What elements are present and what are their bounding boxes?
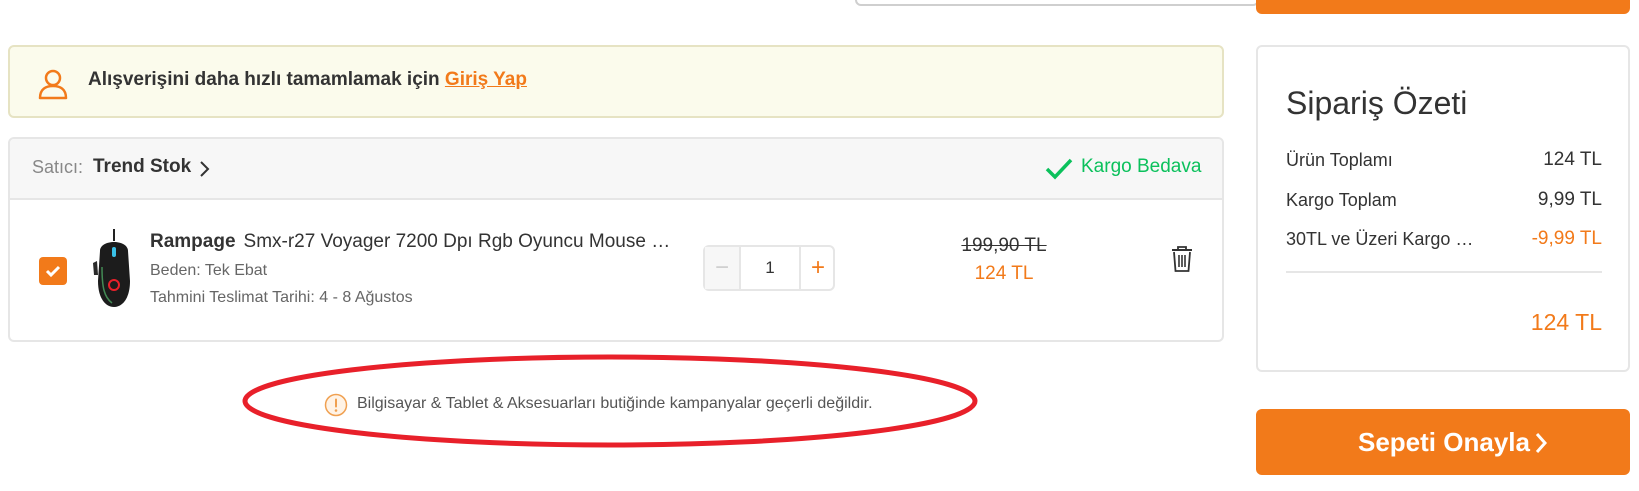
login-banner-message: Alışverişini daha hızlı tamamlamak için xyxy=(88,69,440,90)
product-image[interactable] xyxy=(90,227,138,309)
quantity-value[interactable]: 1 xyxy=(741,247,799,289)
delivery-estimate: Tahmini Teslimat Tarihi: 4 - 8 Ağustos xyxy=(150,289,413,306)
shipping-discount-label: 30TL ve Üzeri Kargo Bedava xyxy=(1286,229,1481,249)
top-input-partial[interactable] xyxy=(855,0,1259,6)
login-link[interactable]: Giriş Yap xyxy=(445,69,527,90)
chevron-right-icon xyxy=(1535,433,1548,453)
cart-seller-box: Satıcı: Trend Stok Kargo Bedava Rampage S… xyxy=(8,137,1224,342)
seller-label: Satıcı: xyxy=(32,157,84,177)
seller-header: Satıcı: Trend Stok Kargo Bedava xyxy=(10,139,1222,200)
confirm-cart-label: Sepeti Onayla xyxy=(1358,427,1530,457)
summary-divider xyxy=(1286,271,1602,273)
shipping-total-label: Kargo Toplam xyxy=(1286,190,1397,210)
login-banner-text: Alışverişini daha hızlı tamamlamak için … xyxy=(88,69,527,91)
product-total-label: Ürün Toplamı xyxy=(1286,150,1393,170)
discounted-price: 124 TL xyxy=(974,263,1034,284)
campaign-notice: Bilgisayar & Tablet & Aksesuarları butiğ… xyxy=(357,395,873,412)
product-total-value: 124 TL xyxy=(1543,149,1602,170)
decrease-quantity-button[interactable]: − xyxy=(705,247,741,289)
product-title-link[interactable]: Rampage Smx-r27 Voyager 7200 Dpı Rgb Oyun… xyxy=(150,231,680,253)
order-summary-title: Sipariş Özeti xyxy=(1286,85,1468,121)
confirm-cart-button[interactable]: Sepeti Onayla xyxy=(1256,409,1630,475)
item-select-checkbox[interactable] xyxy=(39,257,67,285)
order-summary: Sipariş Özeti Ürün Toplamı 124 TL Kargo … xyxy=(1256,45,1630,372)
seller-name-link[interactable]: Trend Stok xyxy=(93,156,191,178)
shipping-discount-value: -9,99 TL xyxy=(1531,228,1602,249)
check-icon xyxy=(1045,158,1073,180)
quantity-stepper: − 1 + xyxy=(703,245,835,291)
chevron-right-icon[interactable] xyxy=(198,159,212,179)
free-shipping-label: Kargo Bedava xyxy=(1081,156,1202,177)
trash-icon[interactable] xyxy=(1170,245,1194,273)
order-total-value: 124 TL xyxy=(1530,309,1602,335)
warning-icon xyxy=(324,393,348,417)
user-icon xyxy=(38,69,68,100)
login-banner: Alışverişini daha hızlı tamamlamak için … xyxy=(8,45,1224,118)
increase-quantity-button[interactable]: + xyxy=(799,247,835,289)
product-brand: Rampage xyxy=(150,231,236,252)
original-price: 199,90 TL xyxy=(961,235,1047,256)
top-button-partial[interactable] xyxy=(1256,0,1630,14)
checkbox-check-icon xyxy=(45,265,61,278)
shipping-total-value: 9,99 TL xyxy=(1537,189,1602,210)
product-size: Beden: Tek Ebat xyxy=(150,262,268,279)
product-name: Smx-r27 Voyager 7200 Dpı Rgb Oyuncu Mous… xyxy=(243,231,680,252)
